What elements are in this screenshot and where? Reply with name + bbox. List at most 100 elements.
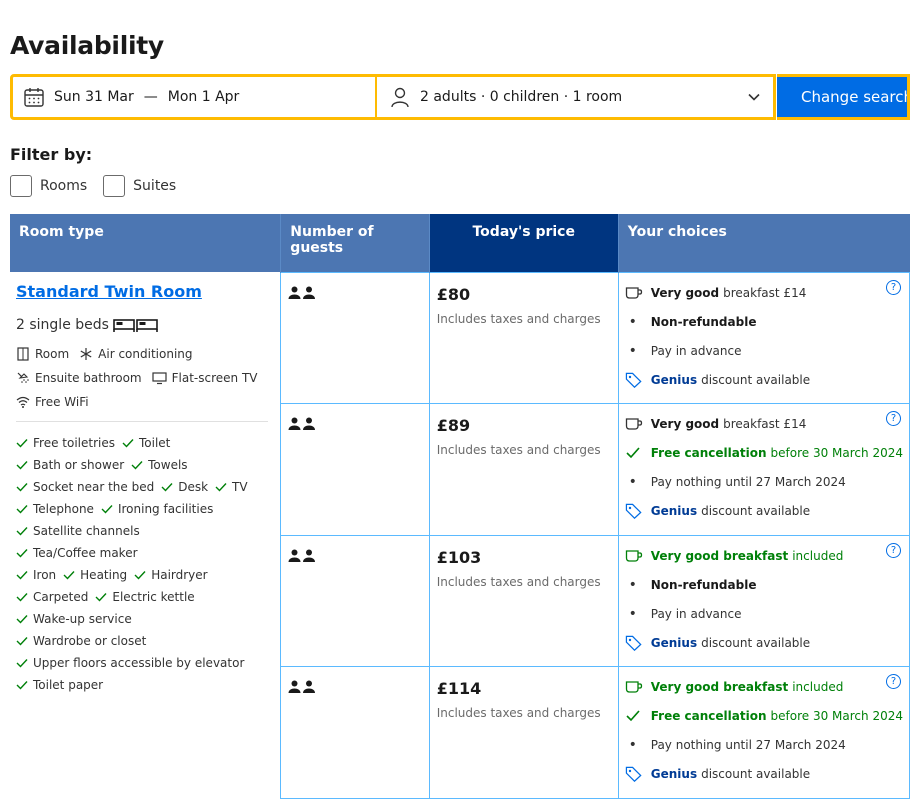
- check-icon: [16, 615, 28, 624]
- amenity-item: Desk: [161, 476, 208, 498]
- amenity-item: TV: [215, 476, 248, 498]
- date-separator: —: [143, 89, 158, 105]
- amenity-item: Telephone: [16, 498, 94, 520]
- check-icon: [131, 461, 143, 470]
- header-choices: Your choices: [617, 214, 910, 272]
- chevron-down-icon: [748, 93, 760, 101]
- payment-info: • Pay in advance: [628, 606, 742, 622]
- help-icon[interactable]: ?: [886, 542, 901, 558]
- shower-icon: [17, 372, 29, 383]
- suites-filter-label[interactable]: Suites: [133, 178, 176, 194]
- refund-policy: • Non-refundable: [628, 314, 757, 330]
- choices-cell: ? Very good breakfast £14 Free cancellati…: [617, 402, 910, 536]
- check-icon: [16, 461, 28, 470]
- choices-cell: ? Very good breakfast £14 • Non-refundabl…: [617, 271, 910, 404]
- tag-icon: [625, 372, 642, 388]
- check-icon: [16, 659, 28, 668]
- bed-info: 2 single beds: [16, 317, 274, 333]
- payment-info: • Pay nothing until 27 March 2024: [628, 737, 846, 753]
- coffee-cup-icon: [625, 681, 642, 693]
- two-guests-icon: [288, 549, 316, 562]
- table-row: Standard Twin Room 2 single beds Room Ai…: [10, 271, 910, 798]
- divider: [16, 421, 269, 422]
- tag-icon: [625, 766, 642, 782]
- amenity-list: Free toiletries Toilet Bath or shower Towel…: [16, 432, 274, 696]
- guest-selector[interactable]: 2 adults · 0 children · 1 room: [375, 74, 776, 120]
- breakfast-option: Very good breakfast included: [625, 673, 903, 702]
- room-icon: [17, 347, 29, 361]
- price-note: Includes taxes and charges: [436, 442, 601, 457]
- amenity-item: Upper floors accessible by elevator: [16, 652, 244, 674]
- check-icon: [63, 571, 75, 580]
- search-bar: Sun 31 Mar — Mon 1 Apr 2 adults · 0 chil…: [10, 74, 910, 120]
- amenity-item: Wardrobe or closet: [16, 630, 146, 652]
- check-icon: [16, 637, 28, 646]
- price: £103: [436, 547, 482, 567]
- coffee-cup-icon: [625, 550, 642, 562]
- price: £89: [436, 415, 471, 435]
- calendar-icon: [24, 88, 44, 107]
- filter-title: Filter by:: [10, 145, 93, 164]
- breakfast-option: Very good breakfast included: [625, 542, 903, 571]
- amenity-item: Electric kettle: [95, 586, 195, 608]
- refund-policy: Free cancellation before 30 March 2024: [625, 439, 903, 468]
- price-note: Includes taxes and charges: [436, 574, 601, 589]
- checkin-date: Sun 31 Mar: [54, 89, 134, 105]
- tag-icon: [625, 503, 642, 519]
- help-icon[interactable]: ?: [886, 410, 901, 426]
- guest-count-cell: [280, 402, 430, 536]
- price-note: Includes taxes and charges: [436, 311, 601, 326]
- guest-count-cell: [280, 665, 430, 799]
- amenity-line: Upper floors accessible by elevator: [16, 652, 274, 674]
- check-icon: [626, 710, 640, 722]
- check-icon: [215, 483, 227, 492]
- single-beds-icon: [113, 319, 158, 332]
- choices-cell: ? Very good breakfast included Free cance…: [617, 665, 910, 799]
- help-icon[interactable]: ?: [886, 673, 901, 689]
- breakfast-option: Very good breakfast £14: [625, 410, 903, 439]
- suites-checkbox[interactable]: [103, 175, 126, 197]
- check-icon: [16, 505, 28, 514]
- breakfast-option: Very good breakfast £14: [625, 279, 903, 308]
- tv-icon: [152, 372, 167, 385]
- amenity-item: Ironing facilities: [101, 498, 213, 520]
- price-cell: £89 Includes taxes and charges: [428, 402, 619, 536]
- amenity-item: Satellite channels: [16, 520, 140, 542]
- help-icon[interactable]: ?: [886, 279, 901, 295]
- person-icon: [391, 87, 409, 108]
- amenity-line: Carpeted Electric kettle: [16, 586, 274, 608]
- date-picker[interactable]: Sun 31 Mar — Mon 1 Apr: [10, 74, 377, 120]
- amenity-item: Heating: [63, 564, 127, 586]
- amenity-line: Telephone Ironing facilities: [16, 498, 274, 520]
- check-icon: [134, 571, 146, 580]
- amenity-item: Iron: [16, 564, 56, 586]
- feature-flat-screen-tv: Flat-screen TV: [152, 371, 257, 385]
- amenity-item: Bath or shower: [16, 454, 124, 476]
- amenity-item: Carpeted: [16, 586, 88, 608]
- check-icon: [16, 549, 28, 558]
- checkout-date: Mon 1 Apr: [167, 89, 240, 105]
- amenity-item: Tea/Coffee maker: [16, 542, 138, 564]
- amenity-item: Toilet: [122, 432, 170, 454]
- coffee-cup-icon: [625, 418, 642, 430]
- feature-air-conditioning: Air conditioning: [79, 347, 193, 361]
- check-icon: [626, 447, 640, 459]
- header-room-type: Room type: [10, 214, 281, 272]
- rooms-filter-label[interactable]: Rooms: [40, 178, 87, 194]
- room-name-link[interactable]: Standard Twin Room: [16, 282, 274, 301]
- genius-discount: Genius discount available: [625, 366, 903, 395]
- price-note: Includes taxes and charges: [436, 705, 601, 720]
- room-table: Room type Number of guests Today's price…: [10, 214, 910, 799]
- amenity-item: Towels: [131, 454, 188, 476]
- rooms-checkbox[interactable]: [10, 175, 32, 197]
- check-icon: [101, 505, 113, 514]
- header-price: Today's price: [428, 214, 619, 272]
- amenity-line: Bath or shower Towels: [16, 454, 274, 476]
- guest-count-cell: [280, 534, 430, 667]
- price: £80: [436, 284, 471, 304]
- header-guests: Number of guests: [280, 214, 430, 272]
- guest-summary: 2 adults · 0 children · 1 room: [420, 89, 623, 105]
- change-search-button[interactable]: Change search: [777, 74, 910, 120]
- tag-icon: [625, 635, 642, 651]
- amenity-item: Free toiletries: [16, 432, 115, 454]
